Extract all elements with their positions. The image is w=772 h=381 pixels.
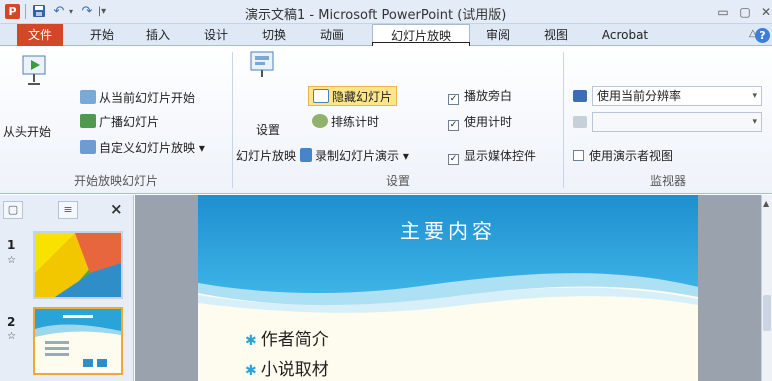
slides-tab-icon[interactable]: ▢ [3,201,23,219]
slide-editor: 主要内容 ✱ 作者简介 ✱ 小说取材 [135,195,761,381]
record-label: 录制幻灯片演示 ▾ [315,149,409,163]
scrollbar-thumb[interactable] [763,295,771,331]
from-beginning-button[interactable]: 从头开始 [3,122,51,142]
vertical-scrollbar[interactable]: ▲ [761,195,772,381]
bullet-item[interactable]: ✱ 小说取材 [245,355,329,380]
transition-star-icon: ☆ [7,255,16,266]
close-icon[interactable]: ✕ [757,3,772,21]
tab-animations[interactable]: 动画 [312,24,352,46]
tab-home[interactable]: 开始 [82,24,122,46]
undo-dropdown-icon[interactable]: ▾ [66,4,76,20]
slide-title[interactable]: 主要内容 [198,215,698,244]
rehearse-timings-button[interactable]: 排练计时 [312,112,379,132]
bullet-star-icon: ✱ [245,363,257,379]
custom-show-label: 自定义幻灯片放映 ▾ [99,141,205,155]
slides-pane: ▢ ≡ × 1 ☆ 2 ☆ [0,195,134,381]
from-current-label: 从当前幻灯片开始 [99,91,196,105]
custom-show-icon [80,140,96,154]
help-icon[interactable]: ? [755,28,770,43]
close-pane-icon[interactable]: × [110,200,123,218]
rehearse-label: 排练计时 [331,115,380,129]
play-narrations-label: 播放旁白 [464,89,513,103]
restore-icon[interactable]: ▢ [736,3,754,21]
ribbon-tabs: 文件 开始 插入 设计 切换 动画 幻灯片放映 审阅 视图 Acrobat △ … [0,24,772,47]
start-slideshow-group-label: 开始放映幻灯片 [73,174,158,188]
window-title: 演示文稿1 - Microsoft PowerPoint (试用版) [245,8,507,23]
checkbox-checked-icon: ✓ [448,94,459,105]
record-icon [300,148,312,162]
setup-show-icon[interactable] [247,48,279,80]
monitors-group-label: 监视器 [649,174,686,188]
hide-slide-button[interactable]: 隐藏幻灯片 [308,86,398,106]
scroll-up-icon[interactable]: ▲ [763,199,769,208]
slide-thumbnail-1[interactable] [33,231,123,299]
monitor-icon [573,90,587,102]
resolution-dropdown[interactable]: 使用当前分辨率 ▾ [592,86,762,106]
presenter-view-label: 使用演示者视图 [589,149,674,163]
show-on-monitor-icon [573,116,587,128]
checkbox-checked-icon: ✓ [448,154,459,165]
minimize-icon[interactable]: ▭ [714,3,732,21]
broadcast-button[interactable]: 广播幻灯片 [80,112,159,132]
presenter-view-checkbox[interactable]: 使用演示者视图 [573,146,673,166]
tab-slide-show[interactable]: 幻灯片放映 [372,24,470,47]
tab-view[interactable]: 视图 [536,24,576,46]
show-media-controls-checkbox[interactable]: ✓ 显示媒体控件 [448,146,536,166]
broadcast-label: 广播幻灯片 [99,115,160,129]
tab-insert[interactable]: 插入 [138,24,178,46]
from-current-slide-button[interactable]: 从当前幻灯片开始 [80,88,195,108]
setup-show-label-1[interactable]: 设置 [256,120,280,140]
resolution-value: 使用当前分辨率 [597,89,682,103]
from-current-icon [80,90,96,104]
tab-review[interactable]: 审阅 [478,24,518,46]
bullet-text: 小说取材 [260,360,329,380]
record-slideshow-button[interactable]: 录制幻灯片演示 ▾ [300,146,409,166]
chevron-down-icon: ▾ [752,91,757,101]
group-divider [563,52,564,188]
save-icon[interactable] [31,4,47,20]
hide-slide-label: 隐藏幻灯片 [332,90,393,104]
show-media-controls-label: 显示媒体控件 [464,149,537,163]
group-divider [232,52,233,188]
bullet-star-icon: ✱ [245,333,257,349]
slide-thumbnail-2[interactable] [33,307,123,375]
customize-icon[interactable]: |▾ [96,4,108,20]
use-timings-label: 使用计时 [464,115,513,129]
show-on-dropdown[interactable]: ▾ [592,112,762,132]
powerpoint-logo-icon[interactable]: P [5,4,20,19]
quick-access-separator [25,4,26,19]
setup-show-label-2[interactable]: 幻灯片放映 [236,146,296,166]
tab-design[interactable]: 设计 [196,24,236,46]
setup-group-label: 设置 [385,174,410,188]
checkbox-checked-icon: ✓ [448,120,459,131]
outline-tab-icon[interactable]: ≡ [58,201,78,219]
tab-file[interactable]: 文件 [17,24,63,46]
checkbox-unchecked-icon [573,150,584,161]
custom-show-button[interactable]: 自定义幻灯片放映 ▾ [80,138,205,158]
chevron-down-icon: ▾ [752,117,757,127]
play-narrations-checkbox[interactable]: ✓ 播放旁白 [448,86,512,106]
transition-star-icon: ☆ [7,331,16,342]
ribbon-panel: 从头开始 从当前幻灯片开始 广播幻灯片 自定义幻灯片放映 ▾ 开始放映幻灯片 设… [0,46,772,194]
use-timings-checkbox[interactable]: ✓ 使用计时 [448,112,512,132]
from-beginning-icon[interactable] [19,52,51,90]
hide-slide-icon [313,89,329,103]
title-bar: P ↶ ▾ ↷ |▾ 演示文稿1 - Microsoft PowerPoint … [0,0,772,24]
tab-transitions[interactable]: 切换 [254,24,294,46]
tab-acrobat[interactable]: Acrobat [590,24,660,46]
slide-number: 1 [7,238,16,252]
bullet-item[interactable]: ✱ 作者简介 [245,325,329,350]
slide-number: 2 [7,315,16,329]
rehearse-icon [312,114,328,128]
broadcast-icon [80,114,96,128]
redo-icon[interactable]: ↷ [79,4,95,20]
current-slide[interactable]: 主要内容 ✱ 作者简介 ✱ 小说取材 [198,195,698,381]
bullet-text: 作者简介 [260,330,329,350]
undo-icon[interactable]: ↶ [51,4,67,20]
